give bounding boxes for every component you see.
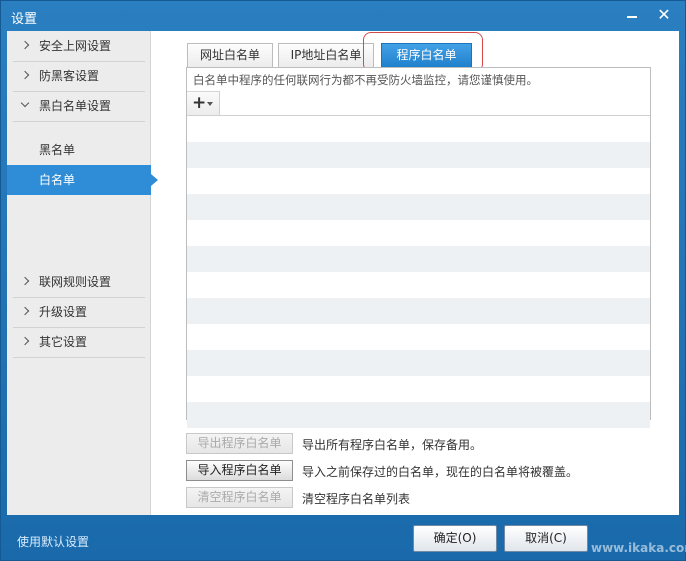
sidebar-subitem-blacklist[interactable]: 黑名单 — [7, 135, 151, 165]
table-row[interactable] — [187, 194, 650, 220]
ok-button[interactable]: 确定(O) — [413, 525, 497, 552]
table-row[interactable] — [187, 246, 650, 272]
chevron-right-icon — [21, 31, 31, 61]
table-row[interactable] — [187, 142, 650, 168]
clear-whitelist-button[interactable]: 清空程序白名单 — [186, 487, 293, 508]
chevron-right-icon — [21, 327, 31, 357]
clear-description: 清空程序白名单列表 — [302, 492, 411, 506]
button-label: 清空程序白名单 — [197, 490, 282, 504]
minimize-button[interactable] — [621, 5, 643, 25]
sidebar-subitem-label: 白名单 — [39, 173, 76, 187]
button-label: 导出程序白名单 — [197, 436, 282, 450]
divider — [13, 357, 145, 358]
close-button[interactable]: ✕ — [653, 5, 675, 25]
sidebar-item-anti-hacker[interactable]: 防黑客设置 — [7, 61, 151, 91]
sidebar-item-other[interactable]: 其它设置 — [7, 327, 151, 357]
button-label: 取消(C) — [525, 531, 567, 545]
plus-icon: + — [192, 93, 207, 113]
window-title: 设置 — [11, 12, 38, 27]
table-row[interactable] — [187, 324, 650, 350]
sidebar-item-update[interactable]: 升级设置 — [7, 297, 151, 327]
table-row[interactable] — [187, 272, 650, 298]
sidebar-item-network-rules[interactable]: 联网规则设置 — [7, 267, 151, 297]
sidebar-item-label: 黑白名单设置 — [39, 99, 112, 113]
table-row[interactable] — [187, 402, 650, 428]
content-area: 安全上网设置 防黑客设置 黑白名单设置 黑名单 白名单 联网规则设置 升级设置 … — [7, 31, 679, 515]
title-bar: 设置 ✕ — [1, 1, 685, 31]
sidebar-subitem-whitelist[interactable]: 白名单 — [7, 165, 158, 195]
export-whitelist-button[interactable]: 导出程序白名单 — [186, 433, 293, 454]
watermark: www.ikaka.com — [591, 541, 686, 555]
sidebar-item-blackwhite-list[interactable]: 黑白名单设置 — [7, 91, 151, 121]
tab-ip-whitelist[interactable]: IP地址白名单 — [278, 43, 374, 67]
cancel-button[interactable]: 取消(C) — [504, 525, 588, 552]
table-row[interactable] — [187, 116, 650, 142]
table-row[interactable] — [187, 298, 650, 324]
chevron-right-icon — [21, 267, 31, 297]
import-description: 导入之前保存过的白名单，现在的白名单将被覆盖。 — [302, 465, 579, 479]
export-description: 导出所有程序白名单，保存备用。 — [302, 438, 483, 452]
sidebar-item-label: 升级设置 — [39, 305, 88, 319]
add-program-button[interactable]: + — [187, 91, 220, 115]
table-row[interactable] — [187, 350, 650, 376]
sidebar: 安全上网设置 防黑客设置 黑白名单设置 黑名单 白名单 联网规则设置 升级设置 … — [7, 31, 158, 515]
tab-url-whitelist[interactable]: 网址白名单 — [187, 43, 273, 67]
restore-defaults-link[interactable]: 使用默认设置 — [17, 533, 89, 550]
tab-label: 网址白名单 — [199, 48, 260, 62]
chevron-right-icon — [21, 297, 31, 327]
import-whitelist-button[interactable]: 导入程序白名单 — [186, 460, 293, 481]
tab-highlight-annotation — [363, 32, 483, 72]
sidebar-subitem-label: 黑名单 — [39, 143, 76, 157]
button-label: 确定(O) — [433, 531, 477, 545]
sidebar-item-label: 防黑客设置 — [39, 69, 100, 83]
table-row[interactable] — [187, 376, 650, 402]
table-row[interactable] — [187, 168, 650, 194]
divider — [13, 121, 145, 122]
sidebar-item-safe-browsing[interactable]: 安全上网设置 — [7, 31, 151, 61]
settings-window: 设置 ✕ 安全上网设置 防黑客设置 黑白名单设置 黑名单 白名单 联网规则设置 … — [0, 0, 686, 561]
dropdown-caret-icon — [207, 102, 213, 106]
button-label: 导入程序白名单 — [197, 463, 282, 477]
program-whitelist-panel: 白名单中程序的任何联网行为都不再受防火墙监控，请您谨慎使用。 + — [186, 67, 651, 428]
chevron-right-icon — [21, 61, 31, 91]
sidebar-item-label: 其它设置 — [39, 335, 88, 349]
panel-description: 白名单中程序的任何联网行为都不再受防火墙监控，请您谨慎使用。 — [193, 73, 538, 87]
chevron-down-icon — [21, 91, 31, 121]
sidebar-item-label: 安全上网设置 — [39, 39, 112, 53]
table-row[interactable] — [187, 220, 650, 246]
tab-label: IP地址白名单 — [290, 48, 362, 62]
sidebar-item-label: 联网规则设置 — [39, 275, 112, 289]
program-list[interactable] — [187, 116, 650, 428]
